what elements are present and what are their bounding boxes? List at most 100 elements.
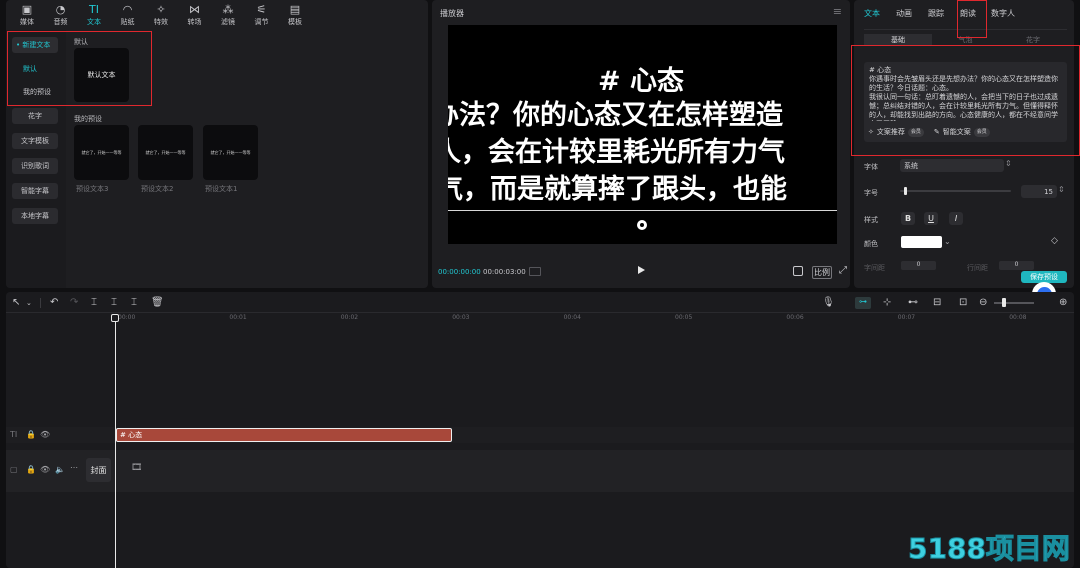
preset-card-3[interactable]: 就它了，开始——等等 <box>74 125 129 180</box>
select-tool-dropdown-icon[interactable]: ⌄ <box>26 299 32 307</box>
my-presets-item[interactable]: 我的预设 <box>12 84 58 100</box>
line-spacing-input[interactable]: 0 <box>999 261 1034 270</box>
fancy-text-item[interactable]: 花字 <box>12 108 58 124</box>
playhead-handle[interactable] <box>111 314 119 322</box>
redo-icon[interactable]: ↷ <box>70 297 78 308</box>
text-track-icon: TI <box>10 430 18 439</box>
toolbar-tab-5[interactable]: ⋈ 转场 <box>180 0 210 30</box>
size-slider-thumb[interactable] <box>904 187 907 195</box>
main-track-more-icon[interactable]: ⋯ <box>70 463 78 472</box>
size-input[interactable]: 15 <box>1021 185 1057 198</box>
aspect-ratio-button[interactable]: 比例 <box>812 266 832 279</box>
toolbar-tab-label: 媒体 <box>20 17 34 26</box>
text-template-item[interactable]: 文字模板 <box>12 133 58 149</box>
toolbar-tab-2[interactable]: TI 文本 <box>79 0 109 30</box>
tab-tracking[interactable]: 跟踪 <box>928 8 944 19</box>
subtab-basic[interactable]: 基础 <box>864 34 932 46</box>
new-text-item[interactable]: • 新建文本 <box>12 37 58 53</box>
split-right-icon[interactable]: ⌶ <box>131 297 137 308</box>
toolbar-tab-4[interactable]: ✧ 特效 <box>146 0 176 30</box>
smart-caption-item[interactable]: 智能字幕 <box>12 183 58 199</box>
split-icon[interactable]: ⌶ <box>91 297 97 308</box>
transition-icon: ⋈ <box>189 2 200 16</box>
toolbar-divider <box>40 298 41 308</box>
toolbar-tab-label: 文本 <box>87 17 101 26</box>
text-clip[interactable]: # 心态 <box>116 428 452 442</box>
preset-card-2[interactable]: 就它了，开始——等等 <box>138 125 193 180</box>
bold-button[interactable]: B <box>901 212 915 225</box>
play-icon[interactable] <box>638 266 645 274</box>
playhead[interactable] <box>115 316 116 568</box>
split-left-icon[interactable]: ⌶ <box>111 297 117 308</box>
current-time: 00:00:00:00 <box>438 268 481 276</box>
auto-snap-icon[interactable]: ⊹ <box>883 297 891 308</box>
size-slider[interactable] <box>900 190 1011 192</box>
local-caption-item[interactable]: 本地字幕 <box>12 208 58 224</box>
default-text-card[interactable]: 默认文本 <box>74 48 129 102</box>
fit-icon[interactable]: ⊡ <box>959 297 967 308</box>
rotate-handle-icon[interactable] <box>637 220 647 230</box>
cover-button[interactable]: 封面 <box>86 458 111 482</box>
tab-text[interactable]: 文本 <box>864 8 880 19</box>
italic-button[interactable]: I <box>949 212 963 225</box>
zoom-in-icon[interactable]: ⊕ <box>1059 297 1067 308</box>
add-media-icon[interactable]: 🎞 <box>131 463 142 473</box>
size-stepper-icon[interactable]: ⇕ <box>1058 185 1065 194</box>
zoom-out-icon[interactable]: ⊖ <box>979 297 987 308</box>
watermark-logo: 5188项目网 <box>908 532 1071 565</box>
text-track-visibility-icon[interactable]: 👁 <box>40 430 50 439</box>
font-stepper-icon[interactable]: ⇕ <box>1005 159 1012 168</box>
underline-button[interactable]: U <box>924 212 938 225</box>
char-spacing-input[interactable]: 0 <box>901 261 936 270</box>
smart-copy-icon: ✎ <box>933 128 940 136</box>
player-menu-icon[interactable]: ≡ <box>833 5 842 18</box>
delete-icon[interactable]: 🗑 <box>151 297 164 308</box>
toolbar-tab-label: 特效 <box>154 17 168 26</box>
keyframe-icon[interactable]: ◇ <box>1051 236 1058 246</box>
font-select[interactable]: 系统 <box>900 159 1004 172</box>
ruler-divider <box>6 312 1074 313</box>
toolbar-tab-0[interactable]: ▣ 媒体 <box>12 0 42 30</box>
tab-digital-human[interactable]: 数字人 <box>991 8 1015 19</box>
preview-axis-icon[interactable]: ⊟ <box>933 297 941 308</box>
undo-icon[interactable]: ↶ <box>50 297 58 308</box>
main-track-lock-icon[interactable]: 🔒 <box>26 465 36 474</box>
recognize-lyrics-item[interactable]: 识别歌词 <box>12 158 58 174</box>
color-dropdown-icon[interactable]: ⌄ <box>944 237 951 246</box>
toolbar-tab-7[interactable]: ⚟ 调节 <box>247 0 277 30</box>
zoom-slider[interactable] <box>994 302 1034 304</box>
tab-read-aloud[interactable]: 朗读 <box>960 8 976 19</box>
color-swatch[interactable] <box>901 236 942 248</box>
zoom-slider-thumb[interactable] <box>1002 298 1006 307</box>
fullscreen-icon[interactable]: ⤢ <box>839 265 847 276</box>
link-icon[interactable]: ⊷ <box>908 297 918 308</box>
toolbar-tab-8[interactable]: ▤ 模板 <box>280 0 310 30</box>
default-item[interactable]: 默认 <box>12 61 58 77</box>
toolbar-tab-3[interactable]: ◠ 贴纸 <box>113 0 143 30</box>
media-panel: ▣ 媒体 ◔ 音频 TI 文本 ◠ 贴纸 ✧ 特效 ⋈ 转场 ⁂ 滤镜 ⚟ 调节 ▤ 模板 • 新建文本 默认 我… <box>6 0 428 288</box>
ruler-tick: 00:06 <box>786 314 804 321</box>
effects-icon: ✧ <box>156 2 166 16</box>
subtab-bubble[interactable]: 气泡 <box>932 34 999 46</box>
smart-copy-button[interactable]: 智能文案 <box>943 128 971 137</box>
vip-badge-2: 会员 <box>973 128 990 137</box>
style-label: 样式 <box>864 216 878 224</box>
preset-card-1[interactable]: 就它了，开始——等等 <box>203 125 258 180</box>
toolbar-tab-6[interactable]: ⁂ 滤镜 <box>213 0 243 30</box>
record-voice-icon[interactable]: 🎙 <box>822 297 835 308</box>
copywriting-button[interactable]: 文案推荐 <box>877 128 905 137</box>
main-track-audio-icon[interactable]: 🔈 <box>55 465 65 474</box>
select-tool-icon[interactable]: ↖ <box>12 297 20 308</box>
toolbar-tab-1[interactable]: ◔ 音频 <box>46 0 76 30</box>
subtab-fancy[interactable]: 花字 <box>999 34 1067 46</box>
text-track-lock-icon[interactable]: 🔒 <box>26 430 36 439</box>
timecode-grid-icon[interactable] <box>529 267 541 276</box>
section-default-label: 默认 <box>74 38 88 46</box>
text-content-editor[interactable]: # 心态 你遇事时会先皱眉头还是先想办法？你的心态又在怎样塑造你的生活？今日话题… <box>864 62 1067 142</box>
preview-line-3: 气，而是就算摔了跟头，也能 <box>448 174 787 205</box>
main-track-magnet-icon[interactable]: ⊶ <box>855 297 871 309</box>
snapshot-icon[interactable] <box>793 266 803 276</box>
toolbar-tab-label: 贴纸 <box>120 17 135 26</box>
tab-animation[interactable]: 动画 <box>896 8 912 19</box>
main-track-visibility-icon[interactable]: 👁 <box>40 465 50 474</box>
